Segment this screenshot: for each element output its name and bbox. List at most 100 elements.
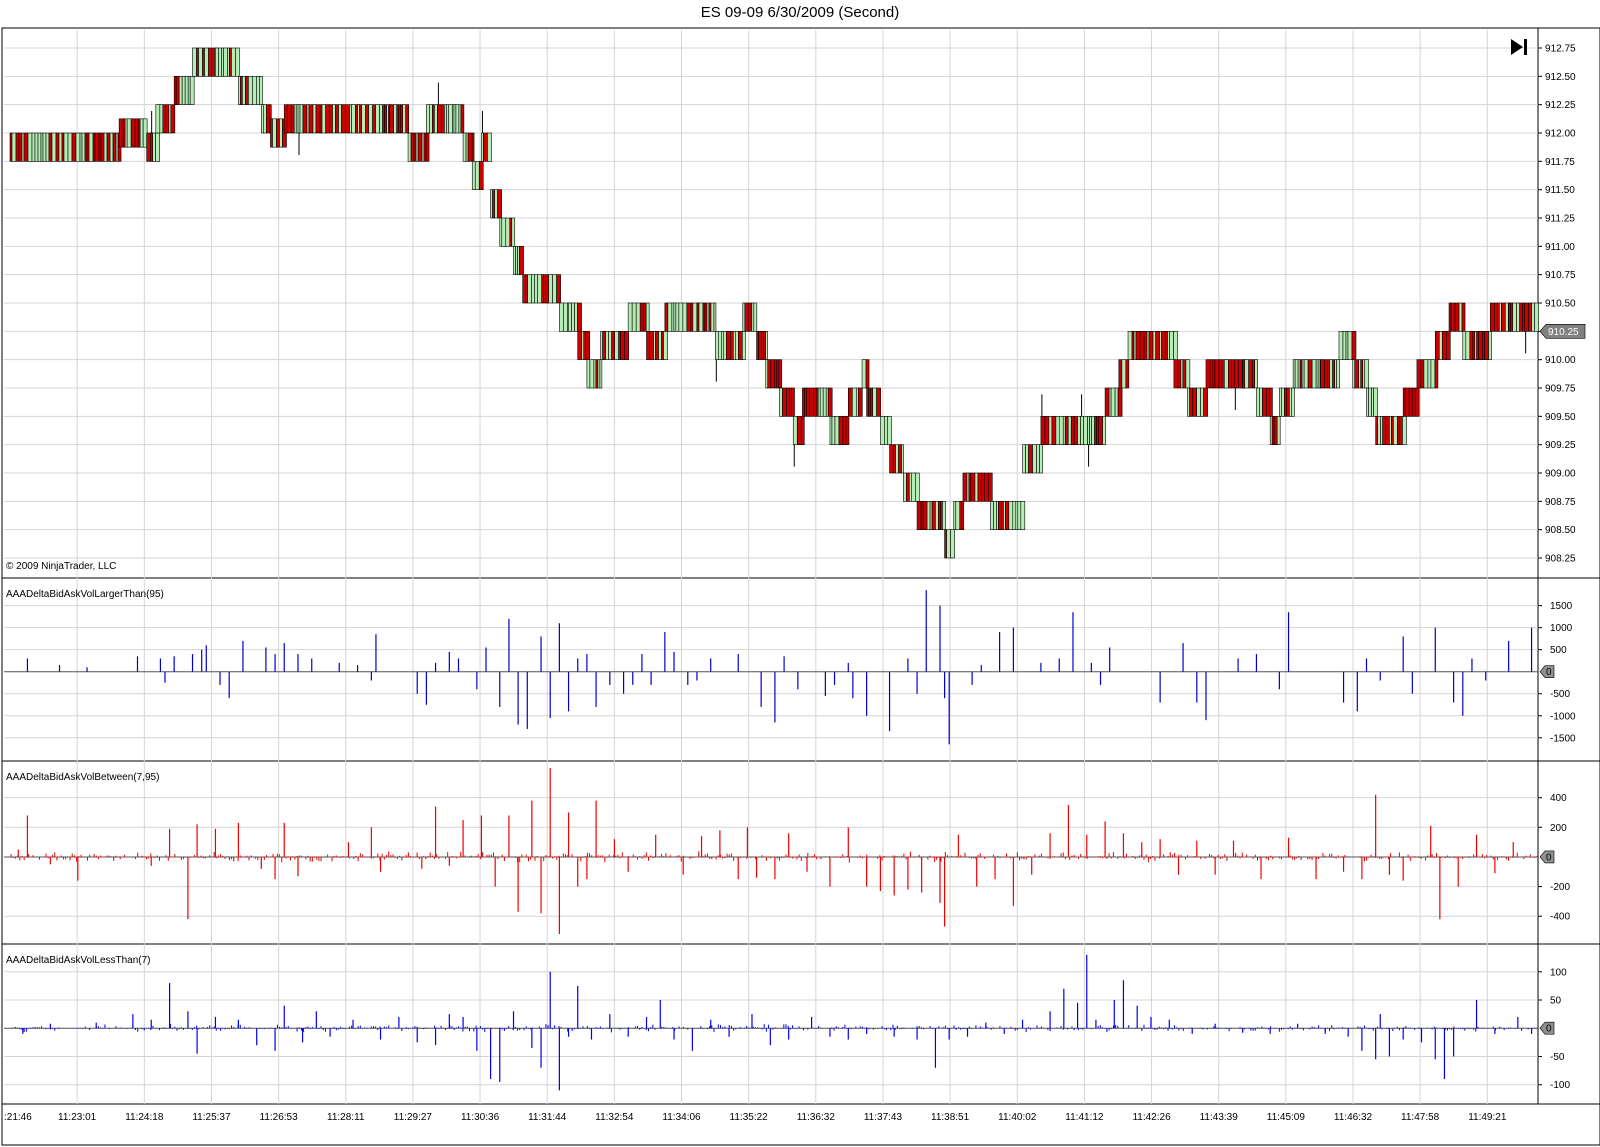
chart-canvas[interactable]: :21:46 11:23:01 11:24:18 11:25:37 11:26:53 11…: [0, 0, 1600, 1147]
price-bar: [1458, 302, 1463, 332]
price-bar: [730, 331, 734, 360]
x-tick-label: 11:37:43: [864, 1112, 903, 1123]
price-bar: [635, 302, 641, 332]
price-bar: [574, 302, 578, 332]
price-bar: [1531, 302, 1535, 332]
price-bar: [1214, 359, 1220, 389]
price-bar: [1315, 359, 1319, 389]
price-bar: [1080, 416, 1084, 445]
price-bar: [1017, 501, 1022, 530]
price-bar: [75, 132, 81, 162]
price-bar: [467, 132, 473, 162]
price-bar: [738, 331, 743, 360]
price-bar: [742, 331, 746, 360]
skip-to-end-icon[interactable]: [1508, 36, 1530, 58]
price-bar: [487, 132, 492, 162]
price-bar: [1148, 331, 1154, 360]
price-bar: [1135, 331, 1141, 360]
y-tick-label: 908.75: [1545, 497, 1576, 508]
price-bar: [987, 472, 993, 502]
price-bar: [55, 132, 60, 162]
y-tick-label: 911.00: [1545, 242, 1575, 253]
price-bar: [1454, 302, 1460, 332]
price-bar: [1505, 302, 1509, 332]
price-bar: [1161, 331, 1166, 360]
price-bar: [942, 501, 946, 530]
price-bar: [946, 529, 951, 559]
price-bar: [248, 76, 253, 105]
price-bar: [1371, 387, 1374, 417]
price-bar: [861, 359, 867, 389]
price-bar: [1286, 387, 1290, 417]
price-bar: [48, 132, 53, 162]
price-bar: [1032, 444, 1037, 474]
y-tick-label: 912.25: [1545, 100, 1576, 111]
price-bar: [1284, 387, 1287, 417]
price-bar: [1441, 331, 1447, 360]
y-tick-label: -1500: [1550, 733, 1576, 744]
price-bar: [563, 302, 568, 332]
price-bar: [1366, 387, 1369, 417]
price-bar: [1025, 444, 1029, 474]
y-tick-label: 909.50: [1545, 412, 1576, 423]
price-bar: [605, 331, 609, 360]
price-bar: [1091, 416, 1095, 445]
price-bar: [112, 132, 117, 162]
price-bar: [31, 132, 36, 162]
price-bar: [713, 302, 717, 332]
price-bar: [980, 472, 985, 502]
price-bar: [1434, 359, 1439, 389]
price-bar: [911, 472, 916, 502]
price-bar: [100, 132, 105, 162]
y-tick-label: 50: [1550, 996, 1562, 1007]
price-bar: [993, 501, 997, 530]
price-bar: [1276, 416, 1281, 445]
price-bar: [441, 104, 445, 134]
price-bar: [1402, 387, 1406, 417]
price-bar: [895, 444, 899, 474]
price-bar: [215, 47, 219, 77]
price-bar: [1411, 387, 1416, 417]
price-bar: [58, 132, 63, 162]
price-bar: [1524, 302, 1529, 332]
y-tick-label: 910.75: [1545, 270, 1576, 281]
panel-title-between: AAADeltaBidAskVolBetween(7,95): [6, 772, 160, 783]
price-bar: [1522, 302, 1525, 332]
price-bar: [955, 501, 961, 530]
price-bar: [1209, 359, 1214, 389]
x-tick-label: 11:28:11: [327, 1112, 365, 1123]
price-bar: [1218, 359, 1223, 389]
price-bar: [1404, 387, 1410, 417]
price-bar: [1462, 331, 1467, 360]
y-tick-label: 912.50: [1545, 72, 1576, 83]
price-bar: [974, 472, 979, 502]
price-bar: [865, 359, 870, 389]
price-bar: [1133, 331, 1137, 360]
price-bar: [1185, 359, 1191, 389]
x-tick-label: 11:36:32: [797, 1112, 836, 1123]
y-tick-label: -400: [1550, 912, 1570, 923]
price-bar: [139, 118, 144, 148]
price-bar: [962, 472, 968, 502]
price-bar: [1354, 359, 1360, 389]
price-bar: [1008, 501, 1014, 530]
price-bar: [229, 47, 232, 77]
price-bar: [748, 302, 753, 332]
price-bar: [345, 104, 350, 134]
price-bar: [192, 47, 197, 77]
price-bar: [1187, 387, 1190, 417]
price-bar: [686, 302, 692, 332]
price-bar: [1139, 331, 1145, 360]
y-tick-label: 908.50: [1545, 525, 1576, 536]
price-bar: [187, 76, 191, 105]
price-bar: [1488, 331, 1492, 360]
price-bar: [620, 331, 625, 360]
price-bar: [1510, 302, 1513, 332]
y-tick-label: -200: [1550, 882, 1570, 893]
price-bar: [1469, 331, 1474, 360]
x-tick-label: 11:24:18: [125, 1112, 164, 1123]
price-bar: [405, 104, 410, 134]
price-bar: [915, 472, 920, 502]
price-bar: [1077, 416, 1081, 445]
price-bar: [1368, 387, 1372, 417]
